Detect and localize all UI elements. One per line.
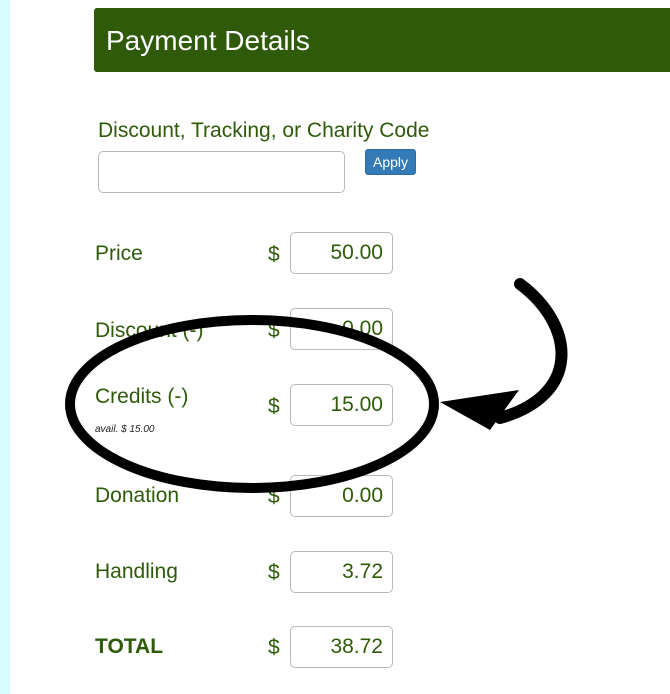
apply-button[interactable]: Apply (365, 149, 416, 175)
handling-currency: $ (268, 561, 280, 584)
donation-currency: $ (268, 485, 280, 508)
price-field[interactable]: 50.00 (290, 232, 393, 274)
price-label: Price (95, 242, 143, 265)
total-currency: $ (268, 636, 280, 659)
discount-currency: $ (268, 319, 280, 342)
discount-label: Discount (-) (95, 319, 204, 342)
credits-available-note: avail. $ 15.00 (95, 424, 155, 435)
credits-field[interactable]: 15.00 (290, 384, 393, 426)
donation-field[interactable]: 0.00 (290, 475, 393, 517)
handling-label: Handling (95, 560, 178, 583)
total-field: 38.72 (290, 626, 393, 668)
price-currency: $ (268, 243, 280, 266)
code-input[interactable] (98, 151, 345, 193)
code-label: Discount, Tracking, or Charity Code (98, 119, 430, 142)
handling-field[interactable]: 3.72 (290, 551, 393, 593)
discount-field[interactable]: 0.00 (290, 308, 393, 350)
total-label: TOTAL (95, 635, 164, 658)
credits-currency: $ (268, 395, 280, 418)
donation-label: Donation (95, 484, 180, 507)
credits-label: Credits (-) (95, 385, 189, 408)
page-title: Payment Details (106, 25, 310, 56)
